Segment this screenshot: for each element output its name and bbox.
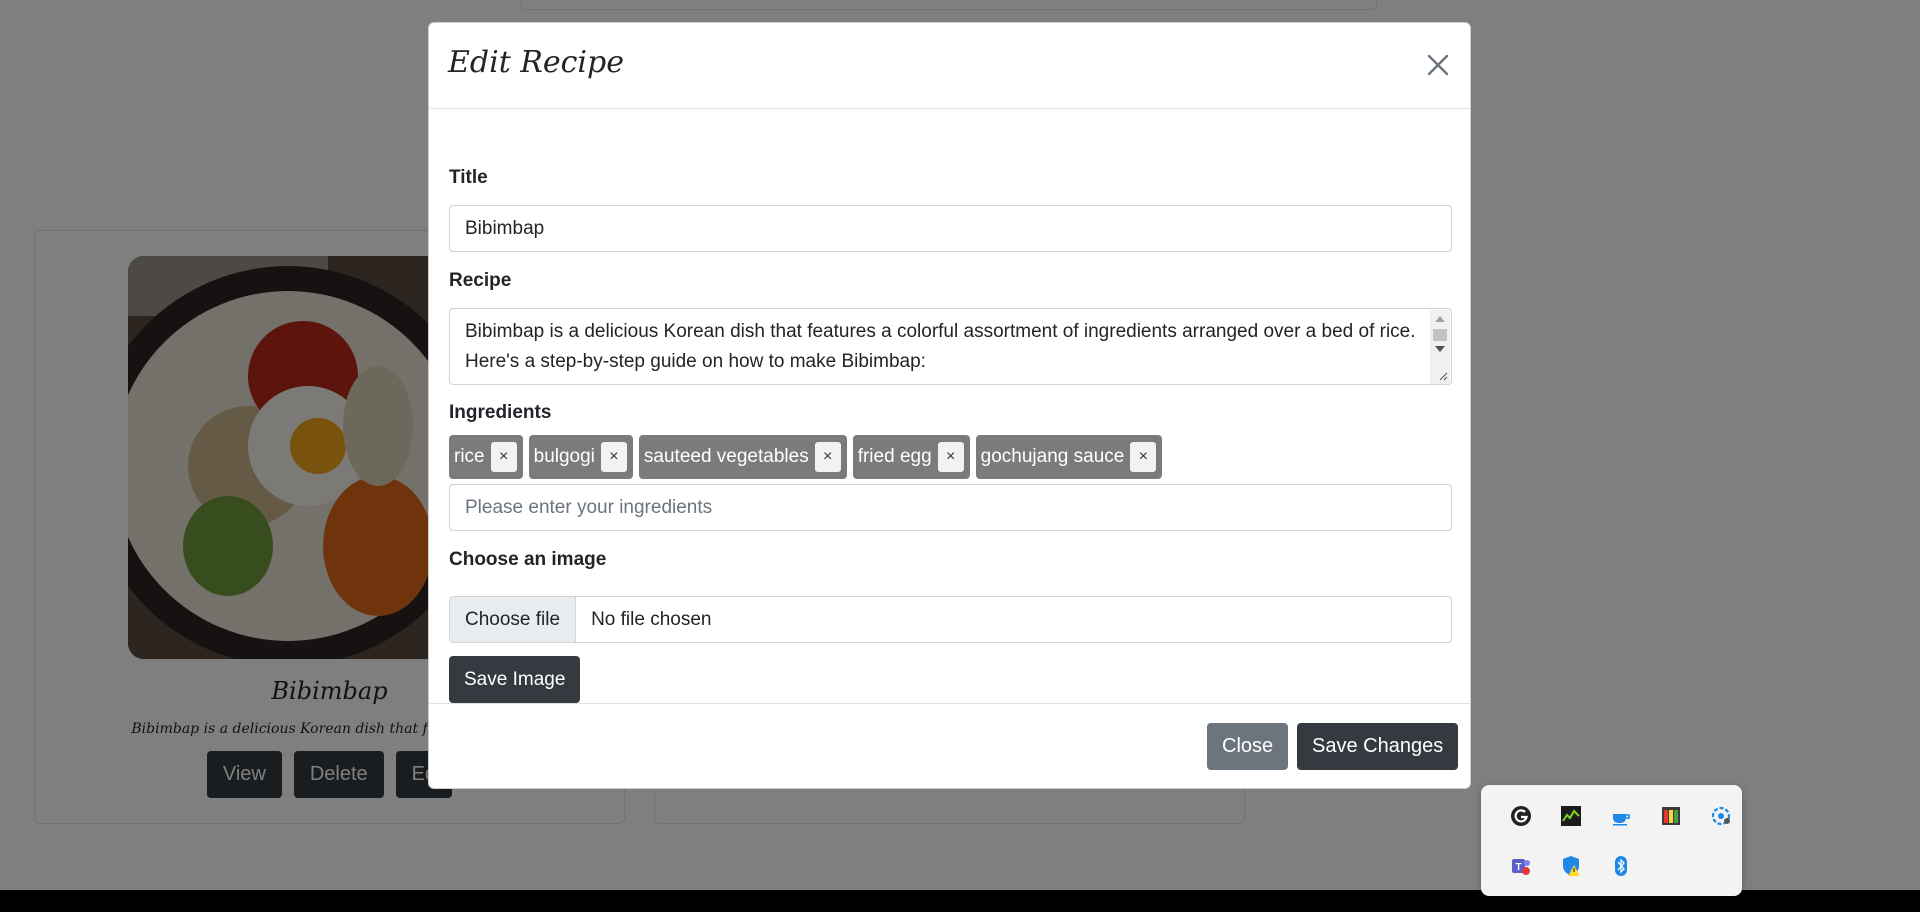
edit-recipe-modal: Edit Recipe Title Recipe Bibimbap is a d… bbox=[428, 22, 1471, 789]
modal-title: Edit Recipe bbox=[448, 45, 624, 80]
ingredients-label: Ingredients bbox=[449, 402, 552, 423]
modal-footer bbox=[429, 703, 1470, 704]
recipe-label: Recipe bbox=[449, 270, 512, 291]
recipe-text: Bibimbap is a delicious Korean dish that… bbox=[465, 321, 1416, 372]
file-status: No file chosen bbox=[591, 608, 712, 630]
modal-header: Edit Recipe bbox=[429, 23, 1470, 109]
scroll-up-icon[interactable] bbox=[1435, 316, 1445, 322]
remove-tag-icon[interactable]: × bbox=[490, 442, 517, 472]
remove-tag-icon[interactable]: × bbox=[1130, 442, 1157, 472]
bluetooth-icon[interactable] bbox=[1610, 855, 1632, 877]
save-changes-button[interactable]: Save Changes bbox=[1297, 723, 1459, 770]
logitech-g-icon[interactable] bbox=[1510, 805, 1532, 827]
ingredient-tag-label: gochujang sauce bbox=[980, 446, 1125, 467]
remove-tag-icon[interactable]: × bbox=[814, 442, 841, 472]
ingredient-tags: rice × bulgogi × sauteed vegetables × fr… bbox=[449, 435, 1163, 479]
coffee-cup-icon[interactable] bbox=[1610, 805, 1632, 827]
svg-text:T: T bbox=[1515, 862, 1521, 873]
title-label: Title bbox=[449, 167, 488, 188]
title-input[interactable] bbox=[449, 205, 1452, 252]
scroll-thumb[interactable] bbox=[1433, 329, 1447, 341]
choose-file-button[interactable]: Choose file bbox=[450, 597, 577, 642]
recipe-textarea[interactable]: Bibimbap is a delicious Korean dish that… bbox=[449, 308, 1452, 385]
save-image-button[interactable]: Save Image bbox=[449, 656, 581, 703]
ingredient-tag-label: sauteed vegetables bbox=[643, 446, 809, 467]
ingredient-tag-label: fried egg bbox=[857, 446, 932, 467]
remove-tag-icon[interactable]: × bbox=[600, 442, 627, 472]
image-label: Choose an image bbox=[449, 549, 607, 570]
gpu-monitor-icon[interactable] bbox=[1560, 805, 1582, 827]
ingredient-tag: gochujang sauce × bbox=[975, 435, 1163, 479]
color-palette-icon[interactable] bbox=[1660, 805, 1682, 827]
ingredient-tag: fried egg × bbox=[852, 435, 970, 479]
ingredients-input[interactable] bbox=[449, 484, 1452, 531]
system-tray-overflow: T bbox=[1481, 785, 1742, 896]
close-icon[interactable] bbox=[1424, 51, 1452, 79]
ingredient-tag: bulgogi × bbox=[528, 435, 633, 479]
network-settings-icon[interactable] bbox=[1710, 805, 1732, 827]
resize-grip-icon[interactable] bbox=[1438, 371, 1448, 381]
ingredient-tag-label: rice bbox=[454, 446, 485, 467]
defender-warning-icon[interactable] bbox=[1560, 855, 1582, 877]
ingredient-tag: rice × bbox=[449, 435, 523, 479]
close-button[interactable]: Close bbox=[1207, 723, 1289, 770]
scroll-down-icon[interactable] bbox=[1435, 346, 1445, 352]
teams-icon[interactable]: T bbox=[1510, 855, 1532, 877]
ingredient-tag-label: bulgogi bbox=[533, 446, 595, 467]
ingredient-tag: sauteed vegetables × bbox=[638, 435, 847, 479]
remove-tag-icon[interactable]: × bbox=[937, 442, 964, 472]
file-input[interactable]: Choose file No file chosen bbox=[449, 596, 1452, 643]
